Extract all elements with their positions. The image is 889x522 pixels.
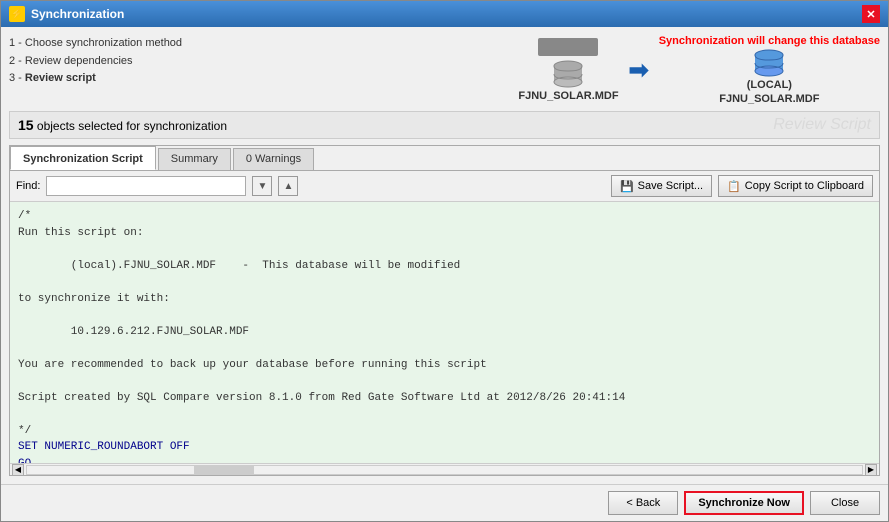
- title-bar: ⚡ Synchronization ✕: [1, 1, 888, 27]
- save-script-button[interactable]: 💾 Save Script...: [611, 175, 712, 197]
- script-line-8: 10.129.6.212.FJNU_SOLAR.MDF: [18, 324, 871, 341]
- close-window-button[interactable]: ✕: [862, 5, 880, 23]
- find-label: Find:: [16, 180, 40, 192]
- objects-count: 15: [18, 117, 34, 133]
- synchronization-window: ⚡ Synchronization ✕ 1 - Choose synchroni…: [0, 0, 889, 522]
- tabs-container: Synchronization Script Summary 0 Warning…: [9, 145, 880, 476]
- window-content: 1 - Choose synchronization method 2 - Re…: [1, 27, 888, 484]
- script-line-5: [18, 274, 871, 291]
- back-button[interactable]: < Back: [608, 491, 678, 515]
- script-wrapper: /* Run this script on: (local).FJNU_SOLA…: [10, 202, 879, 475]
- script-line-15: SET NUMERIC_ROUNDABORT OFF: [18, 439, 871, 456]
- bottom-bar: < Back Synchronize Now Close: [1, 484, 888, 521]
- scroll-right-btn[interactable]: ▶: [865, 464, 877, 476]
- target-db-info: Synchronization will change this databas…: [659, 35, 880, 105]
- save-icon: 💾: [620, 180, 634, 193]
- script-line-7: [18, 307, 871, 324]
- script-line-9: [18, 340, 871, 357]
- script-display: /* Run this script on: (local).FJNU_SOLA…: [10, 202, 879, 463]
- step3-bold: Review script: [25, 72, 96, 84]
- objects-bar: 15 objects selected for synchronization …: [9, 111, 880, 139]
- script-line-12: Script created by SQL Compare version 8.…: [18, 390, 871, 407]
- script-line-3: [18, 241, 871, 258]
- target-db-name: FJNU_SOLAR.MDF: [719, 93, 819, 105]
- script-line-10: You are recommended to back up your data…: [18, 357, 871, 374]
- find-prev-button[interactable]: ▲: [278, 176, 298, 196]
- script-line-6: to synchronize it with:: [18, 291, 871, 308]
- copy-icon: 📋: [727, 180, 741, 193]
- nav-up-icon: ▲: [284, 181, 294, 192]
- source-db-icon: [552, 60, 584, 88]
- script-line-1: /*: [18, 208, 871, 225]
- script-line-16: GO: [18, 456, 871, 464]
- scroll-left-btn[interactable]: ◀: [12, 464, 24, 476]
- script-line-11: [18, 373, 871, 390]
- script-line-14: */: [18, 423, 871, 440]
- steps-row: 1 - Choose synchronization method 2 - Re…: [9, 35, 880, 105]
- tab-warnings[interactable]: 0 Warnings: [233, 148, 314, 170]
- copy-script-button[interactable]: 📋 Copy Script to Clipboard: [718, 175, 873, 197]
- source-db-info: FJNU_SOLAR.MDF: [518, 38, 618, 102]
- source-db-name: FJNU_SOLAR.MDF: [518, 90, 618, 102]
- scroll-track: [26, 465, 863, 475]
- steps-text: 1 - Choose synchronization method 2 - Re…: [9, 35, 182, 88]
- window-icon: ⚡: [9, 6, 25, 22]
- sync-info: FJNU_SOLAR.MDF ➡ Synchronization will ch…: [518, 35, 880, 105]
- window-title: Synchronization: [31, 7, 124, 21]
- step3-prefix: 3 -: [9, 72, 25, 84]
- close-button[interactable]: Close: [810, 491, 880, 515]
- horizontal-scrollbar[interactable]: ◀ ▶: [10, 463, 879, 475]
- sync-warning-text: Synchronization will change this databas…: [659, 35, 880, 47]
- tab-sync-script[interactable]: Synchronization Script: [10, 146, 156, 170]
- objects-count-text: 15 objects selected for synchronization: [18, 117, 227, 133]
- step1-label: 1 - Choose synchronization method: [9, 35, 182, 53]
- script-line-2: Run this script on:: [18, 225, 871, 242]
- title-bar-left: ⚡ Synchronization: [9, 6, 124, 22]
- target-server-name: (LOCAL): [747, 79, 792, 91]
- scroll-thumb: [194, 466, 254, 474]
- find-input[interactable]: [46, 176, 246, 196]
- script-toolbar: Find: ▼ ▲ 💾 Save Script... 📋 Copy Script…: [10, 171, 879, 202]
- sync-warning-block: Synchronization will change this databas…: [659, 35, 880, 47]
- objects-text: objects selected for synchronization: [34, 119, 227, 133]
- source-db-censored: [538, 38, 598, 56]
- sync-arrow-icon: ➡: [629, 56, 649, 85]
- script-line-4: (local).FJNU_SOLAR.MDF - This database w…: [18, 258, 871, 275]
- tabs-bar: Synchronization Script Summary 0 Warning…: [10, 146, 879, 171]
- synchronize-button[interactable]: Synchronize Now: [684, 491, 804, 515]
- step2-label: 2 - Review dependencies: [9, 53, 182, 71]
- target-db-icon: [753, 49, 785, 77]
- nav-down-icon: ▼: [258, 181, 268, 192]
- tab-summary[interactable]: Summary: [158, 148, 231, 170]
- script-scroll-area[interactable]: /* Run this script on: (local).FJNU_SOLA…: [10, 202, 879, 463]
- step3-label: 3 - Review script: [9, 70, 182, 88]
- review-script-watermark: Review Script: [773, 116, 871, 134]
- find-next-button[interactable]: ▼: [252, 176, 272, 196]
- script-line-13: [18, 406, 871, 423]
